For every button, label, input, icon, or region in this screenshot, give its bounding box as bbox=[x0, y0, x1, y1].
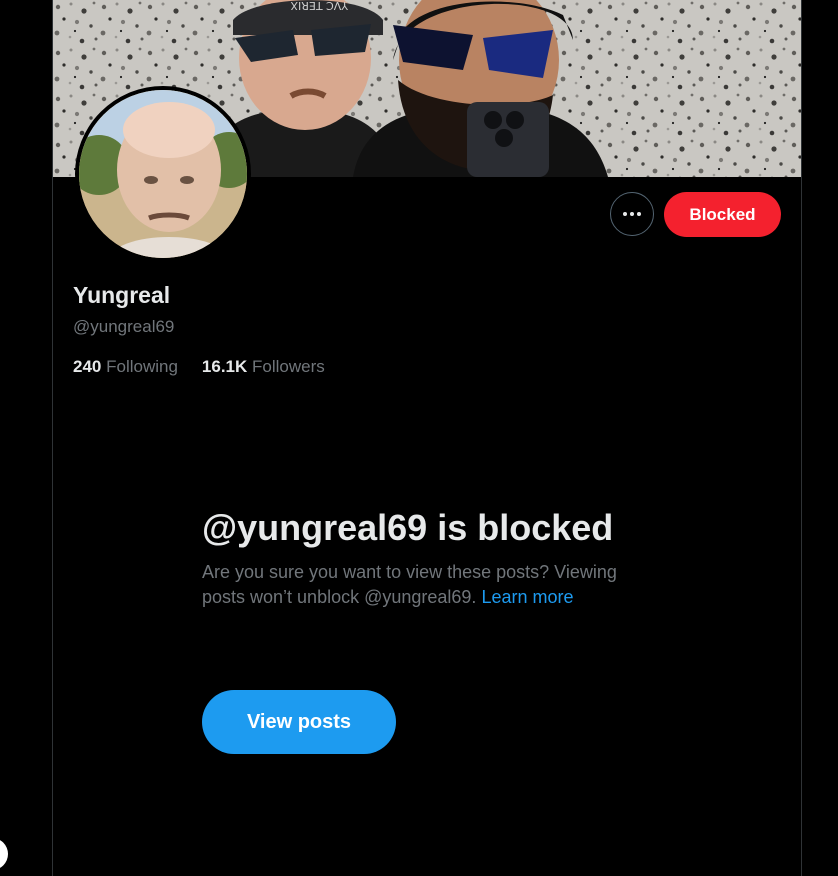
blocked-notice: @yungreal69 is blocked Are you sure you … bbox=[202, 505, 662, 610]
followers-count: 16.1K bbox=[201, 357, 248, 376]
more-horizontal-icon bbox=[623, 212, 641, 216]
cap-text: YVC TERIX bbox=[290, 0, 349, 12]
profile-handle: @yungreal69 bbox=[73, 317, 175, 336]
blocked-description: Are you sure you want to view these post… bbox=[202, 560, 652, 610]
profile-avatar[interactable] bbox=[75, 86, 251, 262]
followers-label: Followers bbox=[252, 357, 325, 376]
blocked-title: @yungreal69 is blocked bbox=[202, 507, 614, 548]
following-stat[interactable]: 240 Following bbox=[73, 357, 178, 377]
display-name: Yungreal bbox=[73, 282, 171, 308]
blocked-button[interactable]: Blocked bbox=[664, 192, 781, 237]
learn-more-link[interactable]: Learn more bbox=[481, 587, 573, 607]
following-label: Following bbox=[106, 357, 178, 376]
profile-column: YVC TERIX Blocked Yungreal @yungreal69 2… bbox=[52, 0, 802, 876]
following-count: 240 bbox=[73, 357, 102, 376]
page: YVC TERIX Blocked Yungreal @yungreal69 2… bbox=[0, 0, 838, 876]
view-posts-button[interactable]: View posts bbox=[202, 690, 396, 754]
corner-widget[interactable] bbox=[0, 838, 8, 870]
avatar-image bbox=[79, 90, 247, 258]
more-options-button[interactable] bbox=[610, 192, 654, 236]
followers-stat[interactable]: 16.1K Followers bbox=[202, 357, 325, 377]
profile-stats: 240 Following 16.1K Followers bbox=[73, 357, 325, 377]
